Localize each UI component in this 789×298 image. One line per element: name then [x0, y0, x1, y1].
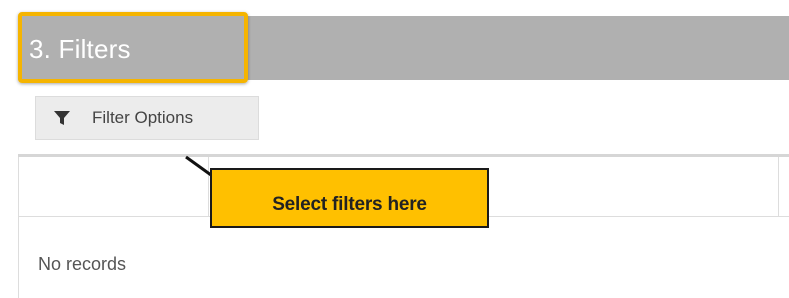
empty-grid-message: No records — [38, 254, 127, 274]
grid-column-divider[interactable] — [778, 157, 779, 217]
title-highlight-box — [18, 12, 248, 83]
funnel-icon — [54, 110, 70, 126]
filters-panel: 3. Filters Filter Options No records Sel… — [0, 0, 789, 298]
callout-text: Select filters here — [272, 194, 427, 215]
filter-options-label: Filter Options — [92, 108, 194, 127]
grid-body — [18, 217, 789, 298]
filter-options-button[interactable]: Filter Options — [35, 96, 259, 140]
callout-annotation: Select filters here — [210, 168, 489, 228]
grid-column-divider[interactable] — [208, 157, 209, 217]
